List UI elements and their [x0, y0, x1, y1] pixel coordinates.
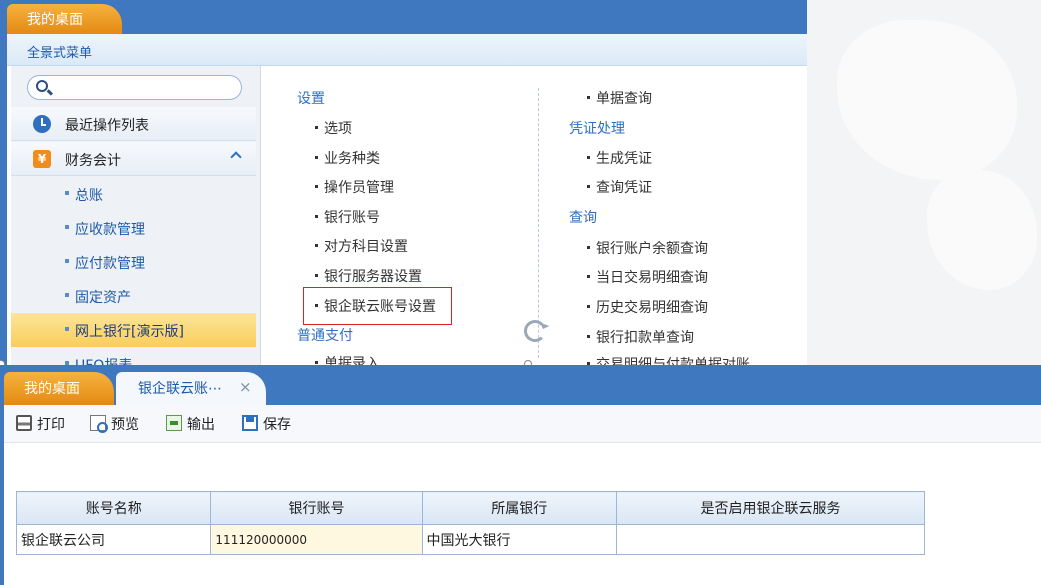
menu-link-bank-account[interactable]: 银行账号	[315, 207, 380, 227]
clock-icon	[33, 115, 51, 133]
menu-link-account-balance-query[interactable]: 银行账户余额查询	[587, 238, 708, 258]
menu-heading-settings: 设置	[297, 91, 325, 107]
save-icon	[242, 415, 258, 431]
sidebar-item-label: 网上银行[演示版]	[75, 324, 184, 340]
panorama-menu-window: 我的桌面 全景式菜单 最近操作列表 ¥ 财务会计 总账 应收款管理 应付款管理	[0, 0, 807, 365]
tab-yqly-account-settings[interactable]: 银企联云账⋯ ×	[116, 372, 266, 405]
table-row[interactable]: 银企联云公司 111120000000 中国光大银行	[15, 524, 926, 555]
menu-link-business-types[interactable]: 业务种类	[315, 148, 380, 168]
panorama-menu-area: 设置 选项 业务种类 操作员管理 银行账号 对方科目设置 银行服务器设置 银企联…	[261, 66, 807, 365]
sidebar-item-online-banking[interactable]: 网上银行[演示版]	[11, 313, 256, 347]
sidebar-section-label: 最近操作列表	[65, 118, 149, 134]
search-input[interactable]	[54, 78, 234, 97]
menu-link-generate-voucher[interactable]: 生成凭证	[587, 148, 652, 168]
menu-link-history-transaction-query[interactable]: 历史交易明细查询	[587, 297, 708, 317]
search-icon[interactable]	[36, 80, 48, 92]
background-map	[807, 0, 1041, 365]
close-icon[interactable]: ×	[239, 378, 252, 396]
sidebar-item-general-ledger[interactable]: 总账	[11, 177, 256, 211]
sidebar: 最近操作列表 ¥ 财务会计 总账 应收款管理 应付款管理 固定资产 网上银行[演…	[11, 66, 261, 365]
tab-label: 银企联云账⋯	[138, 381, 222, 397]
refresh-icon[interactable]	[524, 320, 546, 342]
panorama-menu-title: 全景式菜单	[7, 34, 807, 66]
sidebar-section-recent[interactable]: 最近操作列表	[11, 107, 256, 141]
sidebar-item-receivables[interactable]: 应收款管理	[11, 211, 256, 245]
menu-divider	[538, 88, 539, 358]
bullet-icon	[65, 225, 69, 229]
save-button[interactable]: 保存	[242, 414, 298, 434]
tab-my-desktop[interactable]: 我的桌面	[4, 372, 114, 405]
menu-heading-voucher-processing: 凭证处理	[569, 121, 625, 137]
sidebar-item-label: 固定资产	[75, 290, 131, 306]
top-tab-bar: 我的桌面	[7, 0, 807, 34]
sidebar-section-label: 财务会计	[65, 153, 121, 169]
yen-icon: ¥	[33, 150, 51, 168]
menu-link-bank-debit-query[interactable]: 银行扣款单查询	[587, 327, 694, 347]
menu-link-counter-account-settings[interactable]: 对方科目设置	[315, 236, 408, 256]
sidebar-item-fixed-assets[interactable]: 固定资产	[11, 279, 256, 313]
bank-account-table: 账号名称 银行账号 所属银行 是否启用银企联云服务 银企联云公司 1111200…	[15, 491, 926, 555]
menu-link-transaction-reconciliation[interactable]: 交易明细与付款单据对账	[587, 354, 750, 365]
bullet-icon	[65, 327, 69, 331]
sidebar-section-finance[interactable]: ¥ 财务会计	[11, 142, 256, 176]
printer-icon	[16, 415, 32, 431]
table-header-row: 账号名称 银行账号 所属银行 是否启用银企联云服务	[15, 491, 926, 525]
highlight-box	[303, 287, 452, 325]
table-cell[interactable]	[615, 524, 926, 555]
sidebar-item-label: 应收款管理	[75, 222, 145, 238]
sidebar-item-label: UFO报表	[75, 355, 132, 365]
print-button[interactable]: 打印	[16, 414, 72, 434]
sidebar-item-label: 总账	[75, 188, 103, 204]
bullet-icon	[65, 259, 69, 263]
column-header[interactable]: 账号名称	[15, 491, 212, 525]
bottom-tab-bar: 我的桌面 银企联云账⋯ ×	[4, 365, 1041, 405]
menu-heading-normal-payment: 普通支付	[297, 328, 353, 344]
menu-link-today-transaction-query[interactable]: 当日交易明细查询	[587, 267, 708, 287]
bullet-icon	[65, 293, 69, 297]
sidebar-item-ufo-report[interactable]: UFO报表	[11, 347, 256, 365]
tab-my-desktop[interactable]: 我的桌面	[7, 4, 122, 34]
table-cell[interactable]: 中国光大银行	[421, 524, 617, 555]
menu-link-voucher-query[interactable]: 单据查询	[587, 88, 652, 108]
export-icon	[166, 415, 182, 431]
export-button[interactable]: 输出	[166, 414, 222, 434]
table-cell[interactable]: 银企联云公司	[15, 524, 212, 555]
toolbar: 打印 预览 输出 保存	[4, 405, 1041, 443]
bullet-icon	[65, 191, 69, 195]
search-box[interactable]	[27, 75, 242, 100]
table-cell-editing[interactable]: 111120000000	[210, 524, 423, 555]
column-header[interactable]: 银行账号	[210, 491, 423, 525]
chevron-up-icon[interactable]	[230, 151, 242, 163]
yqly-account-settings-window: 我的桌面 银企联云账⋯ × 打印 预览 输出 保存 账号名称 银行账号 所属银行…	[0, 365, 1041, 585]
menu-link-operator-management[interactable]: 操作员管理	[315, 177, 394, 197]
sidebar-item-label: 应付款管理	[75, 256, 145, 272]
preview-icon	[90, 415, 108, 433]
column-header[interactable]: 所属银行	[421, 491, 617, 525]
column-header[interactable]: 是否启用银企联云服务	[615, 491, 926, 525]
sidebar-item-payables[interactable]: 应付款管理	[11, 245, 256, 279]
menu-link-query-voucher[interactable]: 查询凭证	[587, 177, 652, 197]
menu-heading-query: 查询	[569, 210, 597, 226]
menu-link-options[interactable]: 选项	[315, 118, 352, 138]
grid-area: 账号名称 银行账号 所属银行 是否启用银企联云服务 银企联云公司 1111200…	[4, 481, 1041, 585]
filter-strip	[634, 453, 746, 481]
menu-link-voucher-entry[interactable]: 单据录入	[315, 353, 380, 365]
preview-button[interactable]: 预览	[90, 414, 146, 434]
menu-link-bank-server-settings[interactable]: 银行服务器设置	[315, 266, 422, 286]
